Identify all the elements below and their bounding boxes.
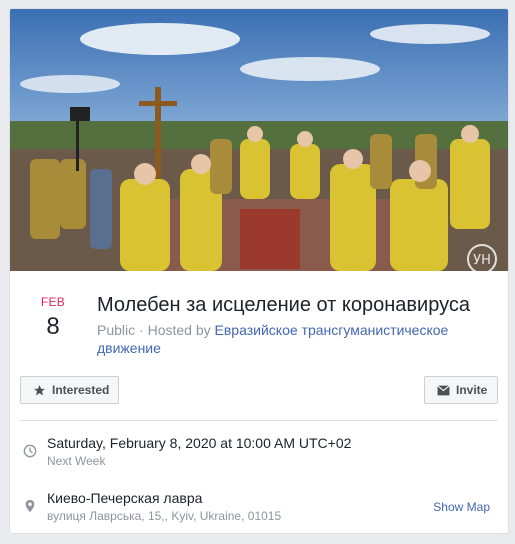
pin-icon (23, 499, 37, 518)
location-address: вулиця Лаврська, 15,, Kyiv, Ukraine, 010… (47, 509, 282, 523)
hosted-by-label: Hosted by (147, 322, 215, 338)
invite-button[interactable]: Invite (424, 376, 498, 404)
event-meta: Public · Hosted by Евразийское трансгума… (97, 321, 487, 357)
cover-photo[interactable]: УН (10, 9, 508, 271)
star-icon (34, 384, 45, 395)
event-date: FEB 8 (18, 295, 88, 341)
event-card: УН FEB 8 Молебен за исцеление от коронав… (9, 8, 509, 534)
meta-separator: · (135, 322, 148, 338)
location-name[interactable]: Киево-Печерская лавра (47, 490, 202, 506)
clock-icon (23, 444, 37, 463)
event-time-relative: Next Week (47, 454, 106, 468)
event-time[interactable]: Saturday, February 8, 2020 at 10:00 AM U… (47, 435, 351, 451)
event-day: 8 (46, 313, 60, 340)
show-map-link[interactable]: Show Map (433, 500, 490, 514)
envelope-icon (437, 384, 450, 395)
interested-button[interactable]: Interested (20, 376, 119, 404)
event-title[interactable]: Молебен за исцеление от коронавируса (97, 292, 497, 318)
svg-text:УН: УН (473, 253, 491, 268)
privacy-label: Public (97, 322, 136, 338)
interested-label: Interested (52, 383, 110, 397)
event-month: FEB (40, 295, 66, 309)
divider (20, 420, 498, 421)
invite-label: Invite (456, 383, 488, 397)
